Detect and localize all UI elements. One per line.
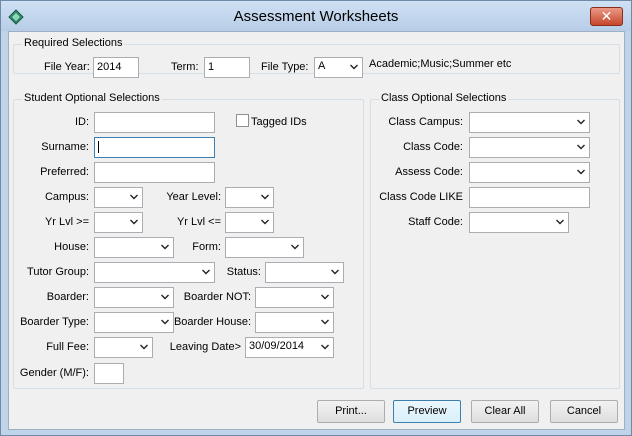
- form-select[interactable]: [225, 237, 304, 258]
- assessment-worksheets-window: Assessment Worksheets ✕ Required Selecti…: [0, 0, 632, 436]
- surname-label: Surname:: [41, 141, 89, 153]
- house-label: House:: [54, 241, 89, 253]
- close-icon: ✕: [600, 8, 613, 24]
- class-campus-label: Class Campus:: [388, 116, 463, 128]
- campus-label: Campus:: [44, 191, 89, 203]
- chevron-down-icon: [321, 319, 329, 325]
- class-campus-select[interactable]: [469, 112, 590, 133]
- cancel-button[interactable]: Cancel: [550, 400, 618, 423]
- title-bar[interactable]: Assessment Worksheets ✕: [1, 1, 631, 31]
- chevron-down-icon: [130, 219, 138, 225]
- full-fee-select[interactable]: [94, 337, 153, 358]
- yr-lvl-ge-label: Yr Lvl >=: [44, 216, 89, 228]
- staff-code-label: Staff Code:: [408, 216, 463, 228]
- gender-label: Gender (M/F):: [19, 367, 89, 379]
- chevron-down-icon: [161, 319, 169, 325]
- boarder-label: Boarder:: [46, 291, 89, 303]
- form-label: Form:: [192, 241, 221, 253]
- boarder-type-label: Boarder Type:: [20, 316, 89, 328]
- file-year-input[interactable]: 2014: [93, 57, 139, 78]
- close-button[interactable]: ✕: [590, 7, 623, 26]
- tagged-ids-label: Tagged IDs: [251, 116, 307, 128]
- preferred-input[interactable]: [94, 162, 215, 183]
- chevron-down-icon: [577, 144, 585, 150]
- boarder-house-label: Boarder House:: [173, 316, 251, 328]
- chevron-down-icon: [161, 244, 169, 250]
- file-type-hint: Academic;Music;Summer etc: [369, 58, 512, 70]
- required-selections-heading: Required Selections: [22, 37, 125, 49]
- campus-select[interactable]: [94, 187, 143, 208]
- print-button[interactable]: Print...: [317, 400, 385, 423]
- leaving-date-picker[interactable]: 30/09/2014: [245, 337, 334, 358]
- gender-input[interactable]: [94, 363, 124, 384]
- text-caret: [98, 141, 99, 154]
- tutor-group-select[interactable]: [94, 262, 215, 283]
- tutor-group-label: Tutor Group:: [27, 266, 89, 278]
- assess-code-label: Assess Code:: [395, 166, 463, 178]
- status-select[interactable]: [265, 262, 344, 283]
- file-type-value: A: [318, 60, 326, 72]
- file-type-select[interactable]: A: [314, 57, 363, 78]
- boarder-house-select[interactable]: [255, 312, 334, 333]
- year-level-select[interactable]: [225, 187, 274, 208]
- yr-lvl-le-label: Yr Lvl <=: [176, 216, 221, 228]
- clear-all-button[interactable]: Clear All: [471, 400, 539, 423]
- class-code-like-input[interactable]: [469, 187, 590, 208]
- window-title: Assessment Worksheets: [233, 8, 399, 25]
- preferred-label: Preferred:: [40, 166, 89, 178]
- chevron-down-icon: [556, 219, 564, 225]
- chevron-down-icon: [261, 194, 269, 200]
- preview-button[interactable]: Preview: [393, 400, 461, 423]
- boarder-type-select[interactable]: [94, 312, 174, 333]
- yr-lvl-ge-select[interactable]: [94, 212, 143, 233]
- term-input[interactable]: 1: [204, 57, 250, 78]
- leaving-date-label: Leaving Date>: [169, 341, 241, 353]
- student-optional-selections-heading: Student Optional Selections: [22, 92, 162, 104]
- chevron-down-icon: [577, 119, 585, 125]
- tagged-ids-checkbox[interactable]: [236, 114, 249, 127]
- year-level-label: Year Level:: [166, 191, 221, 203]
- class-optional-selections-heading: Class Optional Selections: [379, 92, 509, 104]
- chevron-down-icon: [130, 194, 138, 200]
- chevron-down-icon: [350, 64, 358, 70]
- status-label: Status:: [226, 266, 261, 278]
- class-code-label: Class Code:: [403, 141, 463, 153]
- class-code-select[interactable]: [469, 137, 590, 158]
- class-code-like-label: Class Code LIKE: [379, 191, 463, 203]
- house-select[interactable]: [94, 237, 174, 258]
- id-input[interactable]: [94, 112, 215, 133]
- chevron-down-icon: [321, 344, 329, 350]
- staff-code-select[interactable]: [469, 212, 569, 233]
- chevron-down-icon: [577, 169, 585, 175]
- surname-input[interactable]: [94, 137, 215, 158]
- boarder-not-select[interactable]: [255, 287, 334, 308]
- boarder-not-label: Boarder NOT:: [183, 291, 251, 303]
- chevron-down-icon: [261, 219, 269, 225]
- chevron-down-icon: [161, 294, 169, 300]
- id-label: ID:: [74, 116, 89, 128]
- chevron-down-icon: [291, 244, 299, 250]
- boarder-select[interactable]: [94, 287, 174, 308]
- file-year-label: File Year:: [44, 61, 90, 73]
- dialog-client-area: Required Selections File Year: 2014 Term…: [8, 31, 625, 430]
- chevron-down-icon: [202, 269, 210, 275]
- full-fee-label: Full Fee:: [46, 341, 89, 353]
- chevron-down-icon: [140, 344, 148, 350]
- chevron-down-icon: [321, 294, 329, 300]
- chevron-down-icon: [331, 269, 339, 275]
- assess-code-select[interactable]: [469, 162, 590, 183]
- file-type-label: File Type:: [261, 61, 309, 73]
- leaving-date-value: 30/09/2014: [249, 340, 305, 352]
- yr-lvl-le-select[interactable]: [225, 212, 274, 233]
- term-label: Term:: [171, 61, 199, 73]
